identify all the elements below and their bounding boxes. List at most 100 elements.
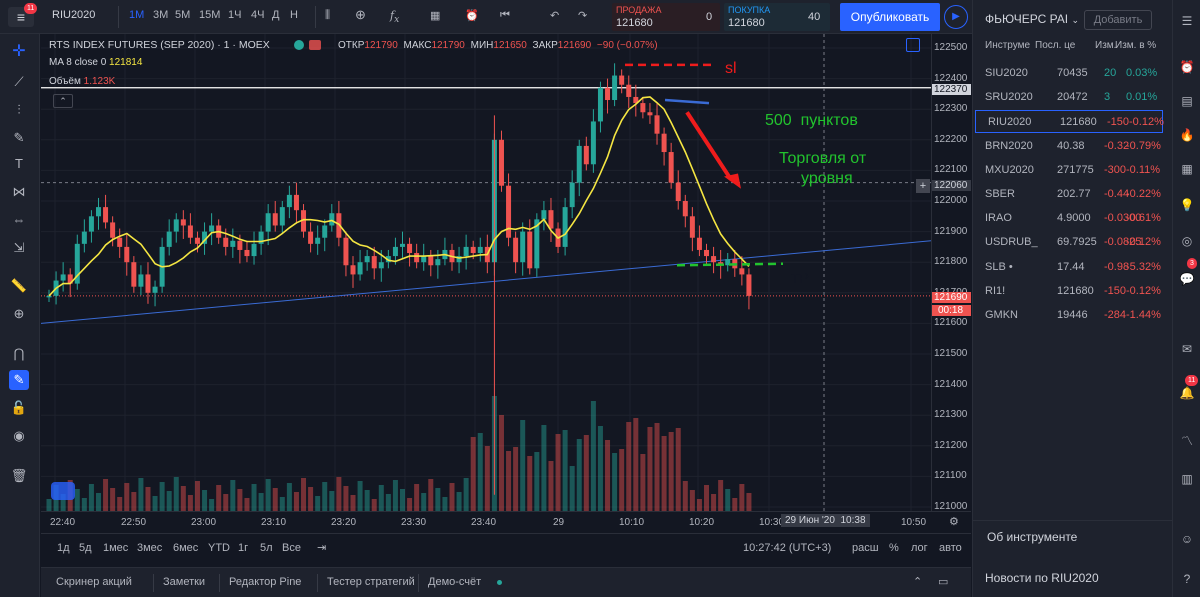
zoom-icon[interactable]: ⊕ — [9, 304, 29, 324]
alert-icon[interactable]: ⏰ — [465, 9, 479, 22]
header-change[interactable]: Изм. — [1095, 40, 1116, 51]
range-1г[interactable]: 1г — [238, 542, 248, 554]
range-5л[interactable]: 5л — [260, 542, 273, 554]
timeframe-3М[interactable]: 3М — [153, 9, 168, 21]
watchlist-row[interactable]: SRU2020 20472 3 0.01% — [973, 86, 1172, 109]
calendar-icon[interactable]: ▦ — [1178, 160, 1196, 178]
play-icon[interactable]: ▶ — [944, 5, 968, 29]
axis-settings-icon[interactable]: ⚙ — [949, 515, 959, 528]
alerts-icon[interactable]: ⏰ — [1178, 58, 1196, 76]
watchlist-row[interactable]: USDRUB_ 69.7925 -0.0825 -0.12% — [973, 231, 1172, 254]
pattern-icon[interactable]: ⋈ — [9, 182, 29, 202]
panel-divider[interactable] — [973, 520, 1172, 521]
crosshair-icon[interactable]: ✛ — [9, 42, 29, 62]
chat-icon[interactable]: 💬 — [1178, 270, 1196, 288]
watchlist-row[interactable]: SBER 202.77 -0.44 -0.22% — [973, 183, 1172, 206]
brush-icon[interactable]: ✎ — [9, 128, 29, 148]
range-YTD[interactable]: YTD — [208, 542, 230, 554]
pitchfork-icon[interactable]: ⫶ — [9, 100, 29, 120]
legend-settings-icon[interactable] — [309, 40, 321, 50]
about-instrument-link[interactable]: Об инструменте — [987, 530, 1077, 544]
collapse-panel-icon[interactable]: ⌃ — [913, 575, 922, 588]
timeframe-15М[interactable]: 15М — [199, 9, 220, 21]
collapse-legend-button[interactable]: ⌃ — [53, 94, 73, 108]
watchlist-row[interactable]: MXU2020 271775 -300 -0.11% — [973, 159, 1172, 182]
legend-toggle-icon[interactable] — [294, 40, 304, 50]
timeframe-1Ч[interactable]: 1Ч — [228, 9, 241, 21]
templates-icon[interactable]: ▦ — [430, 9, 440, 22]
range-6мес[interactable]: 6мес — [173, 542, 198, 554]
undo-icon[interactable]: ↶ — [550, 9, 559, 22]
timeframe-4Ч[interactable]: 4Ч — [251, 9, 264, 21]
scale-option[interactable]: % — [889, 542, 899, 554]
add-symbol-button[interactable]: Добавить — [1084, 10, 1152, 30]
buy-button[interactable]: ПОКУПКА 121680 40 — [724, 3, 830, 31]
settings-icon[interactable]: ? — [1178, 570, 1196, 588]
utc-clock[interactable]: 10:27:42 (UTC+3) — [743, 542, 831, 554]
sell-button[interactable]: ПРОДАЖА 121680 0 — [612, 3, 720, 31]
symbol-search-button[interactable]: RIU2020 — [52, 9, 95, 21]
watchlist-icon[interactable]: ☰ — [1178, 12, 1196, 30]
bottom-tab[interactable]: Тестер стратегий — [327, 576, 415, 588]
timeframe-5М[interactable]: 5М — [175, 9, 190, 21]
streams-icon[interactable]: ◎ — [1178, 232, 1196, 250]
measure-icon[interactable]: ⇲ — [9, 238, 29, 258]
header-last[interactable]: Посл. це — [1035, 40, 1075, 51]
news-link[interactable]: Новости по RIU2020 — [985, 571, 1099, 585]
notifications-icon[interactable]: 🔔 — [1178, 384, 1196, 402]
depth-icon[interactable]: ▥ — [1178, 470, 1196, 488]
range-3мес[interactable]: 3мес — [137, 542, 162, 554]
header-symbol[interactable]: Инструме — [985, 40, 1030, 51]
magnet-icon[interactable]: ⋂ — [9, 344, 29, 364]
trade-icon[interactable]: 〽 — [1178, 432, 1196, 450]
watchlist-row[interactable]: IRAO 4.9000 -0.0300 -0.61% — [973, 207, 1172, 230]
help-icon[interactable]: ☺ — [1178, 530, 1196, 548]
redo-icon[interactable]: ↷ — [578, 9, 587, 22]
bottom-tab[interactable]: Скринер акций — [56, 576, 132, 588]
watchlist-title[interactable]: ФЬЮЧЕРС РАІ ⌄ — [985, 12, 1079, 26]
timeframe-1М[interactable]: 1М — [129, 9, 144, 21]
lock-drawing-icon[interactable]: ✎ — [9, 370, 29, 390]
ma-legend[interactable]: MA 8 close 0 121814 — [49, 57, 142, 68]
ideas-icon[interactable]: 💡 — [1178, 196, 1196, 214]
range-1д[interactable]: 1д — [57, 542, 70, 554]
watchlist-row[interactable]: SLB • 17.44 -0.98 -5.32% — [973, 256, 1172, 279]
chart-type-icon[interactable]: ⫼ — [325, 9, 330, 22]
watchlist-row[interactable]: RIU2020 121680 -150 -0.12% — [975, 110, 1164, 134]
timeframe-Д[interactable]: Д — [272, 9, 279, 21]
prediction-icon[interactable]: ⇔ — [9, 210, 29, 230]
scale-option[interactable]: расш — [852, 542, 879, 554]
range-1мес[interactable]: 1мес — [103, 542, 128, 554]
watchlist-row[interactable]: GMKN 19446 -284 -1.44% — [973, 304, 1172, 327]
add-alert-button[interactable]: + — [916, 179, 930, 193]
ruler-icon[interactable]: 📏 — [9, 276, 29, 296]
lock-icon[interactable]: 🔓 — [9, 398, 29, 418]
data-window-icon[interactable]: ▤ — [1178, 92, 1196, 110]
trash-icon[interactable]: 🗑 — [9, 466, 29, 486]
text-icon[interactable]: T — [9, 154, 29, 174]
eye-icon[interactable]: ◉ — [9, 426, 29, 446]
goto-date-icon[interactable]: ⇥ — [317, 541, 326, 554]
watchlist-row[interactable]: SIU2020 70435 20 0.03% — [973, 62, 1172, 85]
volume-legend[interactable]: Объём 1.123K — [49, 76, 115, 87]
watchlist-row[interactable]: BRN2020 40.38 -0.32 -0.79% — [973, 135, 1172, 158]
scale-option[interactable]: лог — [911, 542, 928, 554]
watchlist-row[interactable]: RI1! 121680 -150 -0.12% — [973, 280, 1172, 303]
header-change-pct[interactable]: Изм. в % — [1115, 40, 1156, 51]
timeframe-Н[interactable]: Н — [290, 9, 298, 21]
bottom-tab[interactable]: Редактор Pine — [229, 576, 301, 588]
range-5д[interactable]: 5д — [79, 542, 92, 554]
messages-icon[interactable]: ✉ — [1178, 340, 1196, 358]
maximize-panel-icon[interactable]: ▭ — [938, 575, 948, 588]
scale-option[interactable]: авто — [939, 542, 962, 554]
add-indicator-icon[interactable]: ⊕ — [355, 7, 366, 23]
bottom-tab[interactable]: Демо-счёт — [428, 576, 481, 588]
time-axis[interactable]: 22:40 22:50 23:00 23:10 23:20 23:30 23:40 29 10:… — [41, 511, 971, 531]
publish-button[interactable]: Опубликовать — [840, 3, 940, 31]
fullscreen-icon[interactable] — [906, 38, 920, 52]
bottom-tab[interactable]: Заметки — [163, 576, 205, 588]
indicators-icon[interactable]: fx — [390, 9, 399, 25]
range-Все[interactable]: Все — [282, 542, 301, 554]
trendline-icon[interactable]: ⟋ — [9, 72, 29, 92]
chart-pane[interactable]: RTS INDEX FUTURES (SEP 2020) · 1 · MOEX … — [41, 34, 931, 511]
